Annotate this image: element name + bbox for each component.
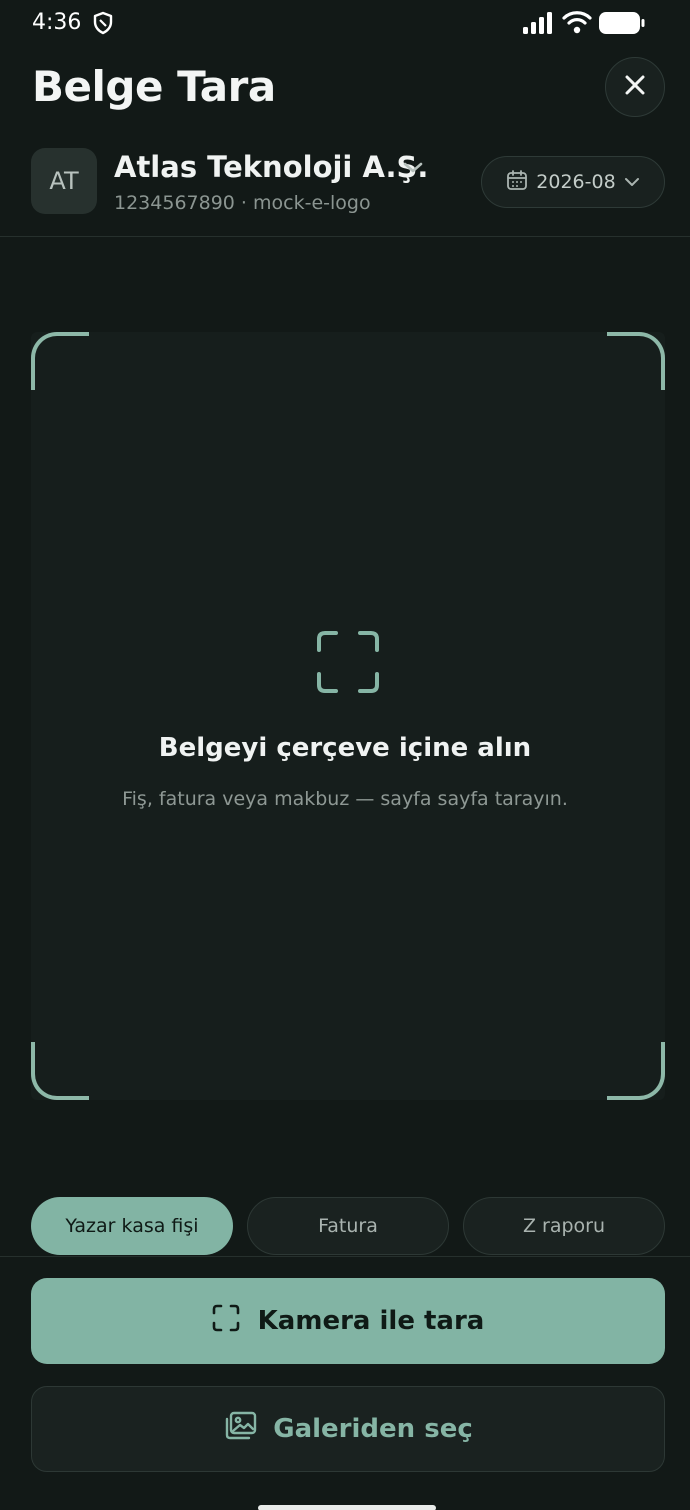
company-name[interactable]: Atlas Teknoloji A.Ş. bbox=[114, 150, 428, 184]
chip-label: Yazar kasa fişi bbox=[65, 1215, 199, 1237]
gallery-button-label: Galeriden seç bbox=[273, 1414, 473, 1444]
doc-type-chip-yazar-kasa-fisi[interactable]: Yazar kasa fişi bbox=[31, 1197, 233, 1255]
signal-icon bbox=[522, 12, 552, 38]
shield-icon bbox=[92, 11, 114, 39]
viewfinder-corner-bottom-left bbox=[31, 1042, 89, 1100]
chevron-down-icon bbox=[624, 171, 640, 193]
home-indicator[interactable] bbox=[258, 1505, 436, 1510]
image-icon bbox=[223, 1411, 257, 1448]
choose-from-gallery-button[interactable]: Galeriden seç bbox=[31, 1386, 665, 1472]
chevron-down-icon[interactable] bbox=[402, 160, 424, 179]
battery-icon bbox=[598, 10, 646, 40]
header-divider bbox=[0, 236, 690, 237]
camera-viewfinder[interactable] bbox=[31, 332, 665, 1100]
viewfinder-title: Belgeyi çerçeve içine alın bbox=[158, 733, 532, 763]
actions-divider bbox=[0, 1256, 690, 1257]
company-initials: AT bbox=[49, 167, 79, 195]
wifi-icon bbox=[562, 10, 592, 38]
viewfinder-corner-bottom-right bbox=[607, 1042, 665, 1100]
doc-type-chip-fatura[interactable]: Fatura bbox=[247, 1197, 449, 1255]
period-selector[interactable]: 2026-08 bbox=[481, 156, 665, 208]
page-title: Belge Tara bbox=[32, 62, 276, 111]
scan-frame-icon bbox=[316, 630, 380, 698]
status-bar: 4:36 bbox=[0, 0, 690, 50]
doc-type-chip-z-raporu[interactable]: Z raporu bbox=[463, 1197, 665, 1255]
scan-document-screen: 4:36 Belge Tara AT Atlas Teknoloji A.Ş. … bbox=[0, 0, 690, 1510]
viewfinder-corner-top-right bbox=[607, 332, 665, 390]
camera-button-label: Kamera ile tara bbox=[257, 1306, 485, 1336]
calendar-icon bbox=[506, 169, 528, 196]
close-icon bbox=[623, 73, 647, 101]
scan-frame-icon bbox=[212, 1304, 240, 1339]
chip-label: Z raporu bbox=[522, 1215, 606, 1237]
close-button[interactable] bbox=[605, 57, 665, 117]
viewfinder-corner-top-left bbox=[31, 332, 89, 390]
period-value: 2026-08 bbox=[536, 171, 616, 193]
viewfinder-subtitle: Fiş, fatura veya makbuz — sayfa sayfa ta… bbox=[122, 788, 568, 810]
company-subtitle: 1234567890 · mock-e-logo bbox=[114, 192, 371, 214]
scan-with-camera-button[interactable]: Kamera ile tara bbox=[31, 1278, 665, 1364]
chip-label: Fatura bbox=[318, 1215, 378, 1237]
status-time: 4:36 bbox=[32, 10, 82, 35]
company-avatar[interactable]: AT bbox=[31, 148, 97, 214]
